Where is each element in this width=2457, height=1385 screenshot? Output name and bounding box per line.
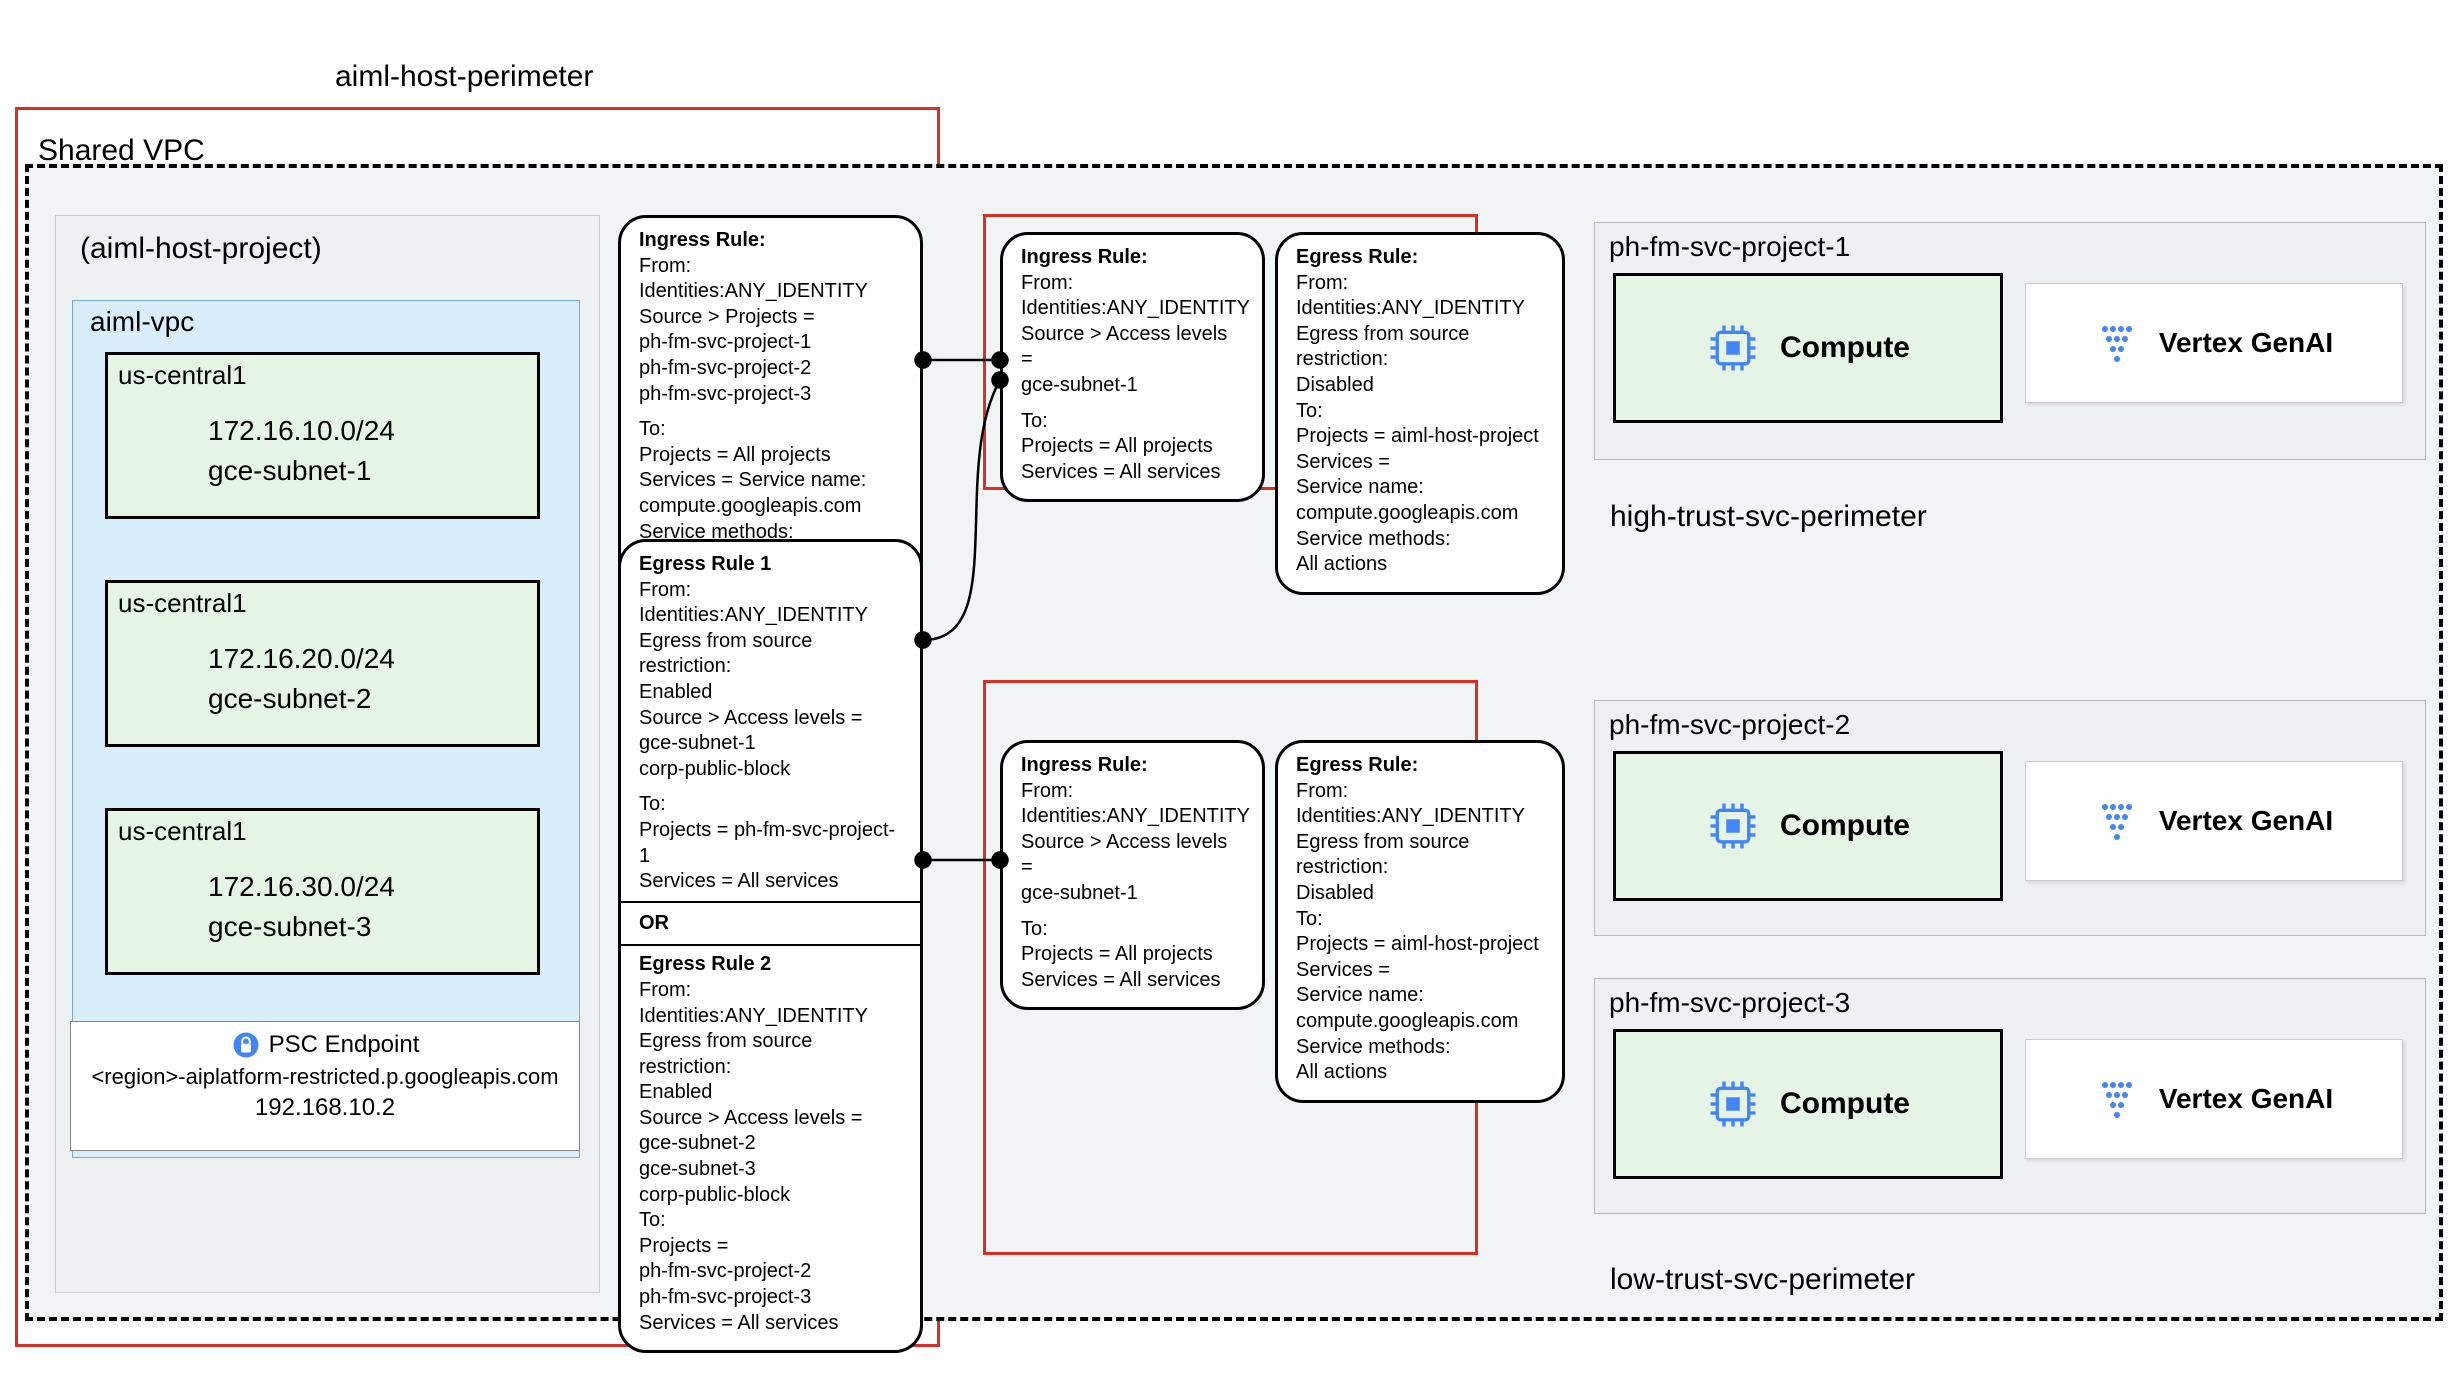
vertex-ai-icon (2095, 1075, 2143, 1123)
compute-icon (1706, 321, 1760, 375)
host-egress1-body: From:Identities:ANY_IDENTITYEgress from … (639, 578, 902, 895)
svc2-compute-label: Compute (1780, 809, 1910, 843)
subnet-1-name: gce-subnet-1 (208, 455, 371, 487)
vertex-ai-icon (2095, 319, 2143, 367)
subnet-3-region: us-central1 (118, 816, 247, 847)
high-egress-body: From:Identities:ANY_IDENTITYEgress from … (1296, 271, 1544, 578)
low-ingress-rule: Ingress Rule: From:Identities:ANY_IDENTI… (1000, 740, 1265, 1010)
svc3-vertex-label: Vertex GenAI (2159, 1083, 2333, 1115)
low-ingress-title: Ingress Rule: (1021, 754, 1148, 776)
high-ingress-title: Ingress Rule: (1021, 246, 1148, 268)
psc-endpoint-card: PSC Endpoint <region>-aiplatform-restric… (70, 1021, 580, 1151)
subnet-3: us-central1 172.16.30.0/24 gce-subnet-3 (105, 808, 540, 975)
svc2-compute: Compute (1613, 751, 2003, 901)
subnet-1: us-central1 172.16.10.0/24 gce-subnet-1 (105, 352, 540, 519)
subnet-3-name: gce-subnet-3 (208, 911, 371, 943)
divider (621, 944, 920, 946)
psc-ip: 192.168.10.2 (71, 1094, 579, 1122)
host-ingress-body: From:Identities:ANY_IDENTITYSource > Pro… (639, 254, 902, 571)
subnet-2-name: gce-subnet-2 (208, 683, 371, 715)
compute-icon (1706, 799, 1760, 853)
svc3-vertex: Vertex GenAI (2025, 1039, 2403, 1159)
high-egress-rule: Egress Rule: From:Identities:ANY_IDENTIT… (1275, 232, 1565, 595)
host-perimeter-label: aiml-host-perimeter (335, 60, 593, 94)
shared-vpc-label: Shared VPC (38, 134, 205, 168)
svc3-compute: Compute (1613, 1029, 2003, 1179)
high-trust-perimeter-label: high-trust-svc-perimeter (1610, 500, 1927, 534)
svc-project-3: ph-fm-svc-project-3 Compute Vertex GenAI (1594, 978, 2426, 1214)
host-egress-rules: Egress Rule 1 From:Identities:ANY_IDENTI… (618, 539, 923, 1353)
subnet-3-cidr: 172.16.30.0/24 (208, 871, 395, 903)
svc3-title: ph-fm-svc-project-3 (1609, 987, 1850, 1019)
host-egress2-title: Egress Rule 2 (639, 953, 771, 975)
svc2-vertex: Vertex GenAI (2025, 761, 2403, 881)
svc1-vertex-label: Vertex GenAI (2159, 327, 2333, 359)
psc-host: <region>-aiplatform-restricted.p.googlea… (71, 1064, 579, 1090)
subnet-1-cidr: 172.16.10.0/24 (208, 415, 395, 447)
psc-title: PSC Endpoint (269, 1031, 420, 1059)
svc3-compute-label: Compute (1780, 1087, 1910, 1121)
host-egress1-title: Egress Rule 1 (639, 553, 771, 575)
subnet-2: us-central1 172.16.20.0/24 gce-subnet-2 (105, 580, 540, 747)
svc1-title: ph-fm-svc-project-1 (1609, 231, 1850, 263)
low-egress-title: Egress Rule: (1296, 754, 1418, 776)
low-egress-rule: Egress Rule: From:Identities:ANY_IDENTIT… (1275, 740, 1565, 1103)
host-ingress-title: Ingress Rule: (639, 229, 766, 251)
divider (621, 901, 920, 903)
compute-icon (1706, 1077, 1760, 1131)
host-project-label: (aiml-host-project) (80, 232, 322, 266)
svc-project-2: ph-fm-svc-project-2 Compute Vertex GenAI (1594, 700, 2426, 936)
low-egress-body: From:Identities:ANY_IDENTITYEgress from … (1296, 779, 1544, 1086)
or-label: OR (639, 911, 902, 937)
low-ingress-body: From:Identities:ANY_IDENTITYSource > Acc… (1021, 779, 1244, 994)
aiml-vpc-label: aiml-vpc (90, 306, 194, 338)
high-egress-title: Egress Rule: (1296, 246, 1418, 268)
subnet-2-cidr: 172.16.20.0/24 (208, 643, 395, 675)
svc1-compute: Compute (1613, 273, 2003, 423)
subnet-2-region: us-central1 (118, 588, 247, 619)
vertex-ai-icon (2095, 797, 2143, 845)
svc-project-1: ph-fm-svc-project-1 Compute Vertex GenAI (1594, 222, 2426, 460)
high-ingress-body: From:Identities:ANY_IDENTITYSource > Acc… (1021, 271, 1244, 486)
host-egress2-body: From:Identities:ANY_IDENTITYEgress from … (639, 978, 902, 1336)
svc2-vertex-label: Vertex GenAI (2159, 805, 2333, 837)
subnet-1-region: us-central1 (118, 360, 247, 391)
high-ingress-rule: Ingress Rule: From:Identities:ANY_IDENTI… (1000, 232, 1265, 502)
svc1-compute-label: Compute (1780, 331, 1910, 365)
lock-icon (231, 1030, 261, 1060)
svc2-title: ph-fm-svc-project-2 (1609, 709, 1850, 741)
host-ingress-rule: Ingress Rule: From:Identities:ANY_IDENTI… (618, 215, 923, 588)
low-trust-perimeter-label: low-trust-svc-perimeter (1610, 1263, 1915, 1297)
svc1-vertex: Vertex GenAI (2025, 283, 2403, 403)
